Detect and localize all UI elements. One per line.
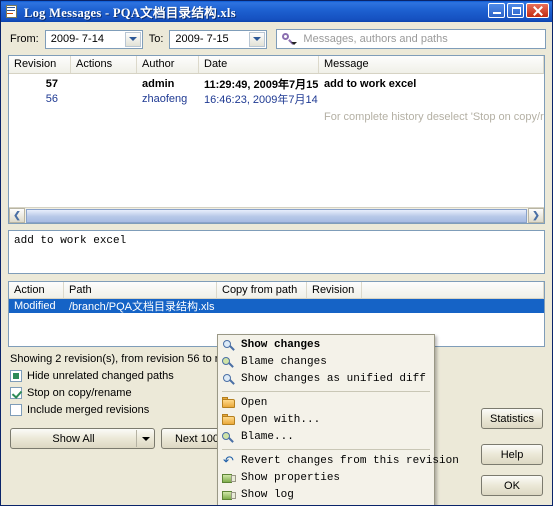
menu-item-open-with[interactable]: Open with... — [218, 412, 434, 429]
history-hint: For complete history deselect 'Stop on c… — [324, 111, 544, 123]
maximize-button[interactable] — [507, 3, 524, 18]
checkbox-indicator[interactable] — [10, 404, 22, 416]
next-100-label: Next 100 — [174, 432, 220, 445]
log-list-header: Revision Actions Author Date Message — [9, 56, 544, 74]
cell-revision: 56 — [45, 92, 58, 105]
filter-bar: From: 2009- 7-14 To: 2009- 7-15 Messages… — [1, 22, 552, 55]
undo-icon: ↶ — [223, 454, 234, 469]
menu-item-label: Show log — [241, 489, 294, 501]
blame-magnifier-icon — [220, 355, 238, 370]
search-field[interactable]: Messages, authors and paths — [276, 29, 546, 49]
search-placeholder: Messages, authors and paths — [303, 33, 448, 45]
window-title: Log Messages - PQA文档目录结构.xls — [24, 6, 236, 20]
show-all-label: Show All — [52, 432, 95, 445]
column-header-action[interactable]: Action — [9, 282, 64, 298]
minimize-button[interactable] — [488, 3, 505, 18]
magnifier-icon — [220, 338, 238, 353]
column-header-author[interactable]: Author — [137, 56, 199, 73]
column-header-message[interactable]: Message — [319, 56, 544, 73]
window-client-area: From: 2009- 7-14 To: 2009- 7-15 Messages… — [1, 22, 552, 505]
column-header-revision[interactable]: Revision — [9, 56, 71, 73]
checkbox-label: Hide unrelated changed paths — [27, 370, 174, 382]
checkbox-indicator[interactable] — [10, 370, 22, 382]
window-controls — [488, 3, 549, 18]
menu-item-label: Show changes as unified diff — [241, 373, 426, 385]
properties-icon — [220, 488, 238, 503]
chevron-down-icon[interactable] — [142, 437, 150, 441]
close-button[interactable] — [526, 3, 549, 18]
context-menu[interactable]: Show changes Blame changes Show changes … — [217, 334, 459, 505]
menu-item-revert-changes[interactable]: ↶ Revert changes from this revision — [218, 453, 459, 470]
ok-button[interactable]: OK — [481, 475, 543, 496]
magnifier-icon — [220, 372, 238, 387]
column-header-path[interactable]: Path — [64, 282, 217, 298]
from-label: From: — [10, 33, 39, 45]
menu-item-label: Revert changes from this revision — [241, 455, 459, 467]
menu-item-show-properties[interactable]: Show properties — [218, 470, 434, 487]
menu-item-label: Show properties — [241, 472, 341, 484]
log-messages-window: Log Messages - PQA文档目录结构.xls From: 2009-… — [0, 0, 553, 506]
spreadsheet-icon — [4, 4, 20, 19]
path-list-header: Action Path Copy from path Revision — [9, 282, 544, 299]
menu-item-label: Open with... — [241, 414, 321, 426]
revision-log-list[interactable]: Revision Actions Author Date Message 57 … — [8, 55, 545, 224]
scrollbar-thumb[interactable] — [26, 208, 527, 223]
table-row[interactable]: 56 zhaofeng 16:46:23, 2009年7月14日 — [9, 91, 544, 106]
folder-icon — [220, 413, 238, 428]
menu-item-label: Show changes — [241, 339, 321, 351]
to-date-combo[interactable]: 2009- 7-15 — [169, 29, 268, 49]
menu-item-show-changes[interactable]: Show changes — [218, 337, 434, 354]
statistics-button[interactable]: Statistics — [481, 408, 543, 429]
cell-revision: 57 — [45, 77, 58, 90]
cell-message: add to work excel — [324, 77, 417, 90]
from-date-value: 2009- 7-14 — [50, 33, 104, 45]
chevron-down-icon[interactable] — [249, 31, 266, 47]
column-header-filler — [362, 282, 544, 298]
menu-item-blame[interactable]: Blame... — [218, 429, 434, 446]
menu-separator — [222, 449, 430, 450]
to-label: To: — [148, 33, 164, 45]
chevron-right-icon[interactable]: ❯ — [528, 208, 544, 223]
show-all-button[interactable]: Show All — [10, 428, 155, 449]
checkbox-label: Stop on copy/rename — [27, 387, 132, 399]
table-row[interactable]: Modified /branch/PQA文档目录结构.xls — [9, 299, 544, 313]
table-row[interactable]: 57 admin 11:29:49, 2009年7月15日 add to wor… — [9, 76, 544, 91]
menu-item-show-changes-unified-diff[interactable]: Show changes as unified diff — [218, 371, 434, 388]
menu-item-show-log[interactable]: Show log — [218, 487, 434, 504]
chevron-down-icon[interactable] — [124, 31, 141, 47]
title-bar: Log Messages - PQA文档目录结构.xls — [1, 1, 552, 22]
help-button[interactable]: Help — [481, 444, 543, 465]
help-label: Help — [500, 448, 524, 461]
menu-item-blame-changes[interactable]: Blame changes — [218, 354, 434, 371]
cell-date: 11:29:49, 2009年7月15日 — [204, 78, 319, 91]
menu-item-label: Blame changes — [241, 356, 327, 368]
blame-magnifier-icon — [220, 430, 238, 445]
menu-item-open[interactable]: Open — [218, 395, 434, 412]
column-header-date[interactable]: Date — [199, 56, 319, 73]
to-date-value: 2009- 7-15 — [175, 33, 229, 45]
column-header-actions[interactable]: Actions — [71, 56, 137, 73]
menu-item-label: Blame... — [241, 431, 294, 443]
ok-label: OK — [504, 479, 520, 492]
from-date-combo[interactable]: 2009- 7-14 — [44, 29, 143, 49]
chevron-left-icon[interactable]: ❮ — [9, 208, 25, 223]
checkbox-indicator[interactable] — [10, 387, 22, 399]
column-header-path-revision[interactable]: Revision — [307, 282, 362, 298]
cell-author: zhaofeng — [142, 92, 188, 105]
folder-icon — [220, 396, 238, 411]
cell-action: Modified — [14, 300, 56, 312]
cell-author: admin — [142, 77, 175, 90]
statistics-label: Statistics — [489, 412, 534, 425]
checkbox-label: Include merged revisions — [27, 404, 150, 416]
horizontal-scrollbar[interactable]: ❮ ❯ — [9, 207, 544, 223]
column-header-copy-from-path[interactable]: Copy from path — [217, 282, 307, 298]
properties-icon — [220, 471, 238, 486]
cell-path: /branch/PQA文档目录结构.xls — [69, 301, 215, 313]
cell-date: 16:46:23, 2009年7月14日 — [204, 93, 319, 106]
commit-message-box[interactable]: add to work excel — [8, 230, 545, 274]
search-icon[interactable] — [277, 30, 299, 48]
menu-separator — [222, 391, 430, 392]
menu-item-label: Open — [241, 397, 268, 409]
